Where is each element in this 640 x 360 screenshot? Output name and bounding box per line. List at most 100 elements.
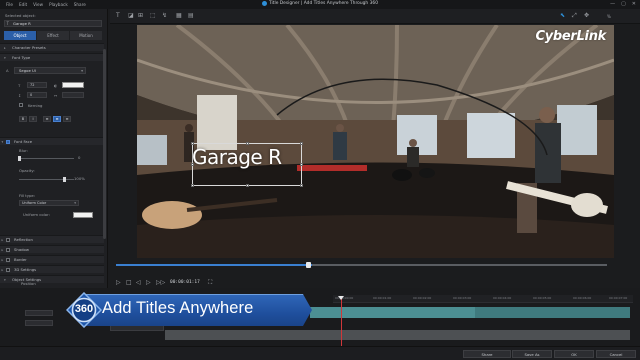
playhead[interactable] bbox=[341, 298, 342, 346]
zoom-level[interactable]: % bbox=[607, 14, 611, 19]
minimize-icon[interactable]: — bbox=[610, 1, 615, 7]
keyboard bbox=[297, 165, 367, 171]
resize-handle[interactable] bbox=[191, 184, 194, 187]
section-character-presets[interactable]: ▸ Character Presets bbox=[0, 43, 104, 51]
menu-file[interactable]: File bbox=[6, 2, 13, 7]
resize-handle[interactable] bbox=[300, 142, 303, 145]
save-as-button[interactable]: Save As bbox=[512, 350, 552, 358]
video-preview[interactable]: CyberLink bbox=[137, 25, 614, 258]
musician bbox=[336, 124, 344, 132]
stop-icon[interactable]: □ bbox=[126, 279, 132, 286]
line-spacing-input[interactable]: 0 bbox=[27, 92, 47, 98]
drum bbox=[419, 168, 435, 178]
title-text-object[interactable]: Garage R bbox=[192, 145, 282, 169]
fit-icon[interactable]: ⤢ bbox=[572, 12, 577, 20]
opacity-slider-knob[interactable] bbox=[63, 177, 66, 182]
menu-share[interactable]: Share bbox=[74, 2, 86, 7]
safe-zone-icon[interactable]: ▤ bbox=[188, 12, 194, 19]
playhead-handle[interactable] bbox=[338, 296, 344, 300]
opacity-track[interactable] bbox=[165, 330, 630, 340]
section-label: Shadow bbox=[14, 247, 29, 252]
bold-button[interactable]: B bbox=[19, 116, 27, 122]
preview-scrubber-knob[interactable] bbox=[306, 262, 311, 268]
menu-view[interactable]: View bbox=[33, 2, 43, 7]
preview-scrubber-track[interactable] bbox=[312, 264, 607, 266]
window bbox=[137, 135, 167, 165]
3d-settings-checkbox[interactable] bbox=[6, 268, 10, 272]
add-shape-icon[interactable]: ◪ bbox=[128, 12, 134, 19]
previous-frame-icon[interactable]: ◁ bbox=[136, 279, 141, 286]
font-face-checkbox[interactable] bbox=[6, 140, 10, 144]
italic-button[interactable]: I bbox=[29, 116, 37, 122]
font-size-icon: T bbox=[18, 83, 21, 88]
motion-path-icon[interactable]: ↯ bbox=[162, 12, 167, 19]
chevron-down-icon: ▾ bbox=[4, 56, 6, 60]
tab-motion[interactable]: Motion bbox=[70, 31, 102, 40]
align-left-icon[interactable]: ≡ bbox=[43, 116, 51, 122]
cancel-button[interactable]: Cancel bbox=[596, 350, 636, 358]
character-spacing-input[interactable] bbox=[62, 92, 84, 98]
align-right-icon[interactable]: ≡ bbox=[63, 116, 71, 122]
play-icon[interactable]: ▷ bbox=[116, 279, 121, 286]
pan-icon[interactable]: ✥ bbox=[584, 12, 589, 19]
align-icon[interactable]: ⊞ bbox=[138, 12, 143, 19]
keyframe-control[interactable] bbox=[25, 320, 53, 326]
timeline-ruler[interactable]: 00:00:00:00 00:00:01:00 00:00:02:00 00:0… bbox=[333, 295, 633, 303]
section-3d-settings[interactable]: ▸ 3D Settings bbox=[0, 265, 104, 273]
selected-object-field[interactable]: T Garage R bbox=[4, 20, 102, 27]
uniform-color-swatch[interactable] bbox=[73, 212, 93, 218]
musician bbox=[333, 132, 347, 160]
blur-slider-knob[interactable] bbox=[18, 156, 21, 161]
grid-icon[interactable]: ▦ bbox=[176, 12, 182, 19]
section-border[interactable]: ▸ Border bbox=[0, 255, 104, 263]
blur-slider[interactable] bbox=[18, 156, 74, 161]
resize-handle[interactable] bbox=[300, 163, 303, 166]
font-select[interactable]: Segoe UI ▾ bbox=[14, 67, 86, 74]
fullscreen-icon[interactable]: ⛶ bbox=[208, 279, 212, 287]
section-label: Font Face bbox=[14, 139, 33, 144]
title-clip-segment[interactable] bbox=[475, 307, 630, 318]
fast-forward-icon[interactable]: ▷▷ bbox=[156, 279, 165, 286]
border-checkbox[interactable] bbox=[6, 258, 10, 262]
resize-handle[interactable] bbox=[246, 184, 249, 187]
next-frame-icon[interactable]: ▷ bbox=[146, 279, 151, 286]
panel-scrollbar[interactable] bbox=[103, 49, 106, 239]
timecode-display: 00:00:01:17 bbox=[170, 280, 200, 285]
kerning-checkbox[interactable] bbox=[19, 103, 23, 107]
fill-type-select[interactable]: Uniform Color ▾ bbox=[19, 200, 79, 206]
character-spacing-icon: ↔ bbox=[54, 93, 58, 98]
font-color-swatch[interactable] bbox=[62, 82, 84, 88]
bottom-bar: Share Save As OK Cancel bbox=[0, 346, 640, 360]
add-text-icon[interactable]: T bbox=[116, 12, 120, 19]
tab-object[interactable]: Object bbox=[4, 31, 36, 40]
badge-label: 360 bbox=[74, 303, 94, 315]
tab-effect[interactable]: Effect bbox=[37, 31, 69, 40]
preview-scrubber-progress[interactable] bbox=[116, 264, 312, 266]
font-size-value: 72 bbox=[30, 83, 35, 87]
section-font-type[interactable]: ▾ Font Type bbox=[0, 53, 104, 61]
shadow-checkbox[interactable] bbox=[6, 248, 10, 252]
menu-playback[interactable]: Playback bbox=[49, 2, 68, 7]
font-icon: A bbox=[6, 68, 9, 73]
drummer bbox=[407, 147, 419, 167]
align-center-icon[interactable]: ≡ bbox=[53, 116, 61, 122]
select-box-icon[interactable]: ⬚ bbox=[150, 12, 156, 19]
maximize-icon[interactable]: ▢ bbox=[621, 1, 626, 7]
share-button[interactable]: Share bbox=[463, 350, 511, 358]
resize-handle[interactable] bbox=[300, 184, 303, 187]
reflection-checkbox[interactable] bbox=[6, 238, 10, 242]
font-size-input[interactable]: 72 bbox=[27, 82, 47, 88]
section-reflection[interactable]: ▸ Reflection bbox=[0, 235, 104, 243]
section-object-settings[interactable]: ▾ Object Settings bbox=[0, 275, 104, 283]
close-icon[interactable]: ✕ bbox=[632, 1, 636, 7]
keyframe-control[interactable] bbox=[25, 310, 53, 316]
fill-type-label: Fill type: bbox=[19, 193, 36, 198]
section-font-face[interactable]: ▾ Font Face bbox=[0, 137, 104, 145]
menu-edit[interactable]: Edit bbox=[19, 2, 27, 7]
opacity-slider[interactable] bbox=[19, 177, 74, 182]
pointer-icon[interactable]: ⬉ bbox=[560, 12, 565, 19]
ruler-tick-label: 00:00:03:00 bbox=[453, 296, 472, 300]
section-shadow[interactable]: ▸ Shadow bbox=[0, 245, 104, 253]
section-label: Border bbox=[14, 257, 27, 262]
ok-button[interactable]: OK bbox=[554, 350, 594, 358]
